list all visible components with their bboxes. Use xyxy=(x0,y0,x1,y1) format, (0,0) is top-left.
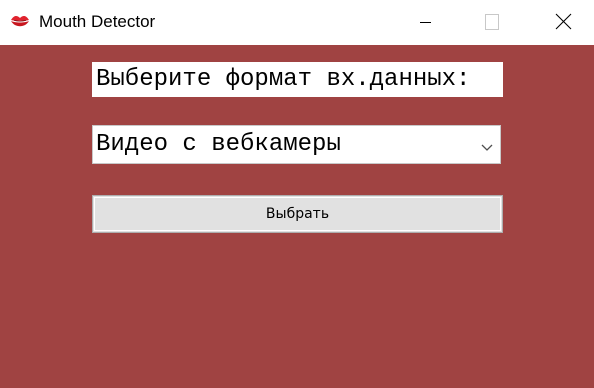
chevron-down-icon xyxy=(480,139,494,151)
maximize-icon xyxy=(485,14,499,30)
close-button[interactable] xyxy=(540,0,586,45)
input-format-label: Выберите формат вх.данных: xyxy=(92,62,503,97)
client-area: Выберите формат вх.данных: Видео с вебка… xyxy=(0,45,594,388)
input-source-select[interactable]: Видео с вебкамеры xyxy=(92,125,501,164)
close-icon xyxy=(555,13,572,30)
select-button[interactable]: Выбрать xyxy=(92,195,503,233)
app-window: Mouth Detector Выберите формат вх.данных… xyxy=(0,0,594,388)
lips-icon xyxy=(10,12,30,30)
maximize-button[interactable] xyxy=(469,0,515,45)
minimize-icon xyxy=(420,22,431,23)
minimize-button[interactable] xyxy=(402,0,448,45)
window-title: Mouth Detector xyxy=(39,12,156,31)
input-source-value: Видео с вебкамеры xyxy=(96,131,341,158)
title-bar[interactable]: Mouth Detector xyxy=(0,0,594,45)
